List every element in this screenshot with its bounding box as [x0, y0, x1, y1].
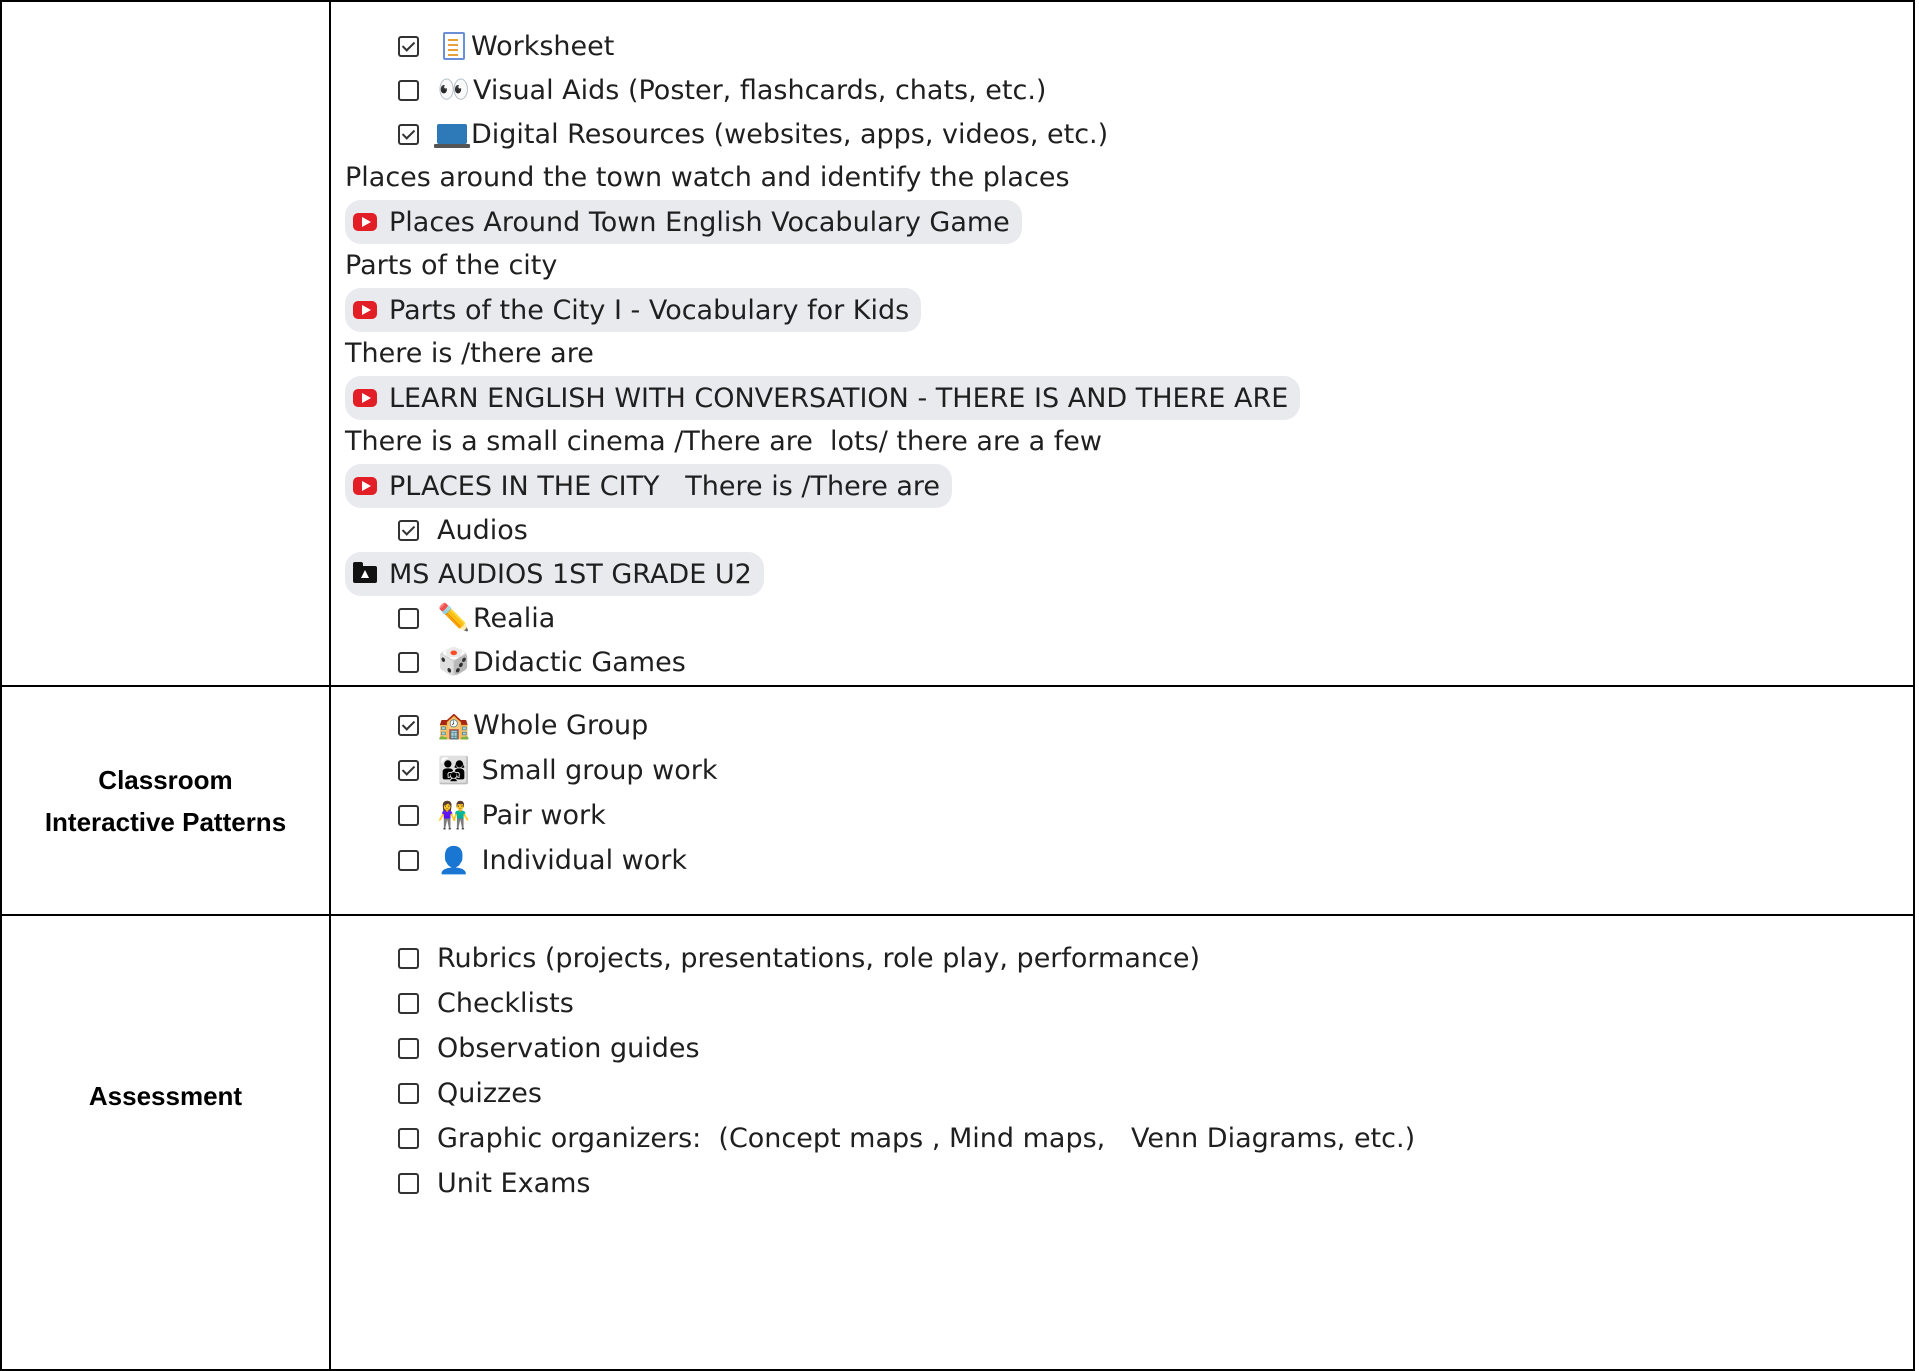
eyes-icon: 👀 — [437, 75, 471, 105]
item-label: Unit Exams — [437, 1168, 591, 1199]
item-label: Individual work — [473, 845, 687, 876]
note-text: There is /there are — [345, 338, 594, 369]
checklist-item-individual-work[interactable]: 👤 Individual work — [345, 838, 1913, 883]
checklist-item-audios[interactable]: Audios — [345, 508, 1913, 552]
youtube-icon — [353, 389, 377, 407]
worksheet-icon — [443, 32, 465, 60]
checklist-item-quizzes[interactable]: Quizzes — [345, 1071, 1913, 1116]
drive-folder-icon — [353, 561, 377, 583]
item-label: Small group work — [473, 755, 718, 786]
item-label: Worksheet — [471, 30, 615, 62]
item-label: Audios — [437, 514, 528, 546]
item-label: Whole Group — [473, 710, 649, 741]
checklist-item-observation-guides[interactable]: Observation guides — [345, 1026, 1913, 1071]
checkbox-unchecked[interactable] — [398, 948, 419, 969]
item-label: Rubrics (projects, presentations, role p… — [437, 943, 1201, 974]
checklist-item-checklists[interactable]: Checklists — [345, 981, 1913, 1026]
checklist-item-worksheet[interactable]: Worksheet — [345, 24, 1913, 68]
assessment-row: Assessment Rubrics (projects, presentati… — [0, 914, 1915, 1371]
checkbox-unchecked[interactable] — [398, 1038, 419, 1059]
drive-folder-link-chip[interactable]: MS AUDIOS 1ST GRADE U2 — [345, 552, 764, 596]
checkbox-unchecked[interactable] — [398, 1083, 419, 1104]
checkbox-checked[interactable] — [398, 123, 419, 145]
checklist-item-pair-work[interactable]: 👫 Pair work — [345, 793, 1913, 838]
checklist-item-rubrics[interactable]: Rubrics (projects, presentations, role p… — [345, 936, 1913, 981]
pair-icon: 👫 — [437, 800, 471, 831]
item-label: Graphic organizers: (Concept maps , Mind… — [437, 1123, 1416, 1154]
item-label: Didactic Games — [473, 646, 686, 678]
interactive-patterns-row: Classroom Interactive Patterns 🏫 Whole G… — [0, 685, 1915, 916]
item-label: Checklists — [437, 988, 574, 1019]
item-label: Digital Resources (websites, apps, video… — [471, 118, 1109, 150]
school-icon: 🏫 — [437, 710, 471, 741]
link-label: MS AUDIOS 1ST GRADE U2 — [389, 558, 752, 590]
link-label: LEARN ENGLISH WITH CONVERSATION - THERE … — [389, 382, 1289, 414]
checkbox-unchecked[interactable] — [398, 1128, 419, 1149]
interactive-patterns-label-cell: Classroom Interactive Patterns — [0, 685, 331, 916]
item-label: Pair work — [473, 800, 606, 831]
checkbox-checked[interactable] — [398, 519, 419, 541]
interactive-patterns-content-cell: 🏫 Whole Group 👨‍👩‍👧 Small group work 👫 P… — [329, 685, 1915, 916]
checklist-item-graphic-organizers[interactable]: Graphic organizers: (Concept maps , Mind… — [345, 1116, 1913, 1161]
checklist-item-didactic-games[interactable]: 🎲 Didactic Games — [345, 640, 1913, 684]
youtube-icon — [353, 477, 377, 495]
item-label: Observation guides — [437, 1033, 700, 1064]
lesson-plan-table: Worksheet 👀 Visual Aids (Poster, flashca… — [0, 0, 1915, 1371]
checkbox-unchecked[interactable] — [398, 1173, 419, 1194]
checkbox-unchecked[interactable] — [398, 79, 419, 101]
checklist-item-visual-aids[interactable]: 👀 Visual Aids (Poster, flashcards, chats… — [345, 68, 1913, 112]
youtube-link-chip[interactable]: Places Around Town English Vocabulary Ga… — [345, 200, 1022, 244]
note-text: Places around the town watch and identif… — [345, 162, 1070, 193]
checkbox-unchecked[interactable] — [398, 651, 419, 673]
item-label: Quizzes — [437, 1078, 542, 1109]
checkbox-checked[interactable] — [398, 760, 419, 781]
materials-content-cell: Worksheet 👀 Visual Aids (Poster, flashca… — [329, 0, 1915, 687]
note-text: There is a small cinema /There are lots/… — [345, 426, 1102, 457]
checklist-item-unit-exams[interactable]: Unit Exams — [345, 1161, 1913, 1206]
youtube-link-chip[interactable]: Parts of the City I - Vocabulary for Kid… — [345, 288, 922, 332]
checkbox-checked[interactable] — [398, 35, 419, 57]
youtube-icon — [353, 213, 377, 231]
checkbox-checked[interactable] — [398, 715, 419, 736]
laptop-icon — [434, 124, 470, 148]
youtube-link-chip[interactable]: LEARN ENGLISH WITH CONVERSATION - THERE … — [345, 376, 1301, 420]
checklist-item-whole-group[interactable]: 🏫 Whole Group — [345, 703, 1913, 748]
assessment-content-cell: Rubrics (projects, presentations, role p… — [329, 914, 1915, 1371]
note-text: Parts of the city — [345, 250, 558, 281]
item-label: Realia — [473, 602, 556, 634]
person-icon: 👤 — [437, 845, 471, 876]
checklist-item-realia[interactable]: ✏️ Realia — [345, 596, 1913, 640]
dice-icon: 🎲 — [437, 647, 471, 677]
youtube-link-chip[interactable]: PLACES IN THE CITY There is /There are — [345, 464, 953, 508]
checkbox-unchecked[interactable] — [398, 805, 419, 826]
checklist-item-small-group[interactable]: 👨‍👩‍👧 Small group work — [345, 748, 1913, 793]
checkbox-unchecked[interactable] — [398, 850, 419, 871]
link-label: PLACES IN THE CITY There is /There are — [389, 470, 941, 502]
link-label: Places Around Town English Vocabulary Ga… — [389, 206, 1010, 238]
pencil-icon: ✏️ — [437, 603, 471, 633]
section-label: Assessment — [88, 1080, 243, 1111]
assessment-label-cell: Assessment — [0, 914, 331, 1371]
youtube-icon — [353, 301, 377, 319]
link-label: Parts of the City I - Vocabulary for Kid… — [389, 294, 910, 326]
materials-row: Worksheet 👀 Visual Aids (Poster, flashca… — [0, 0, 1915, 687]
checkbox-unchecked[interactable] — [398, 607, 419, 629]
checklist-item-digital-resources[interactable]: Digital Resources (websites, apps, video… — [345, 112, 1913, 156]
materials-label-cell — [0, 0, 331, 687]
family-icon: 👨‍👩‍👧 — [437, 755, 471, 786]
item-label: Visual Aids (Poster, flashcards, chats, … — [473, 74, 1047, 106]
section-label: Interactive Patterns — [44, 806, 287, 837]
checkbox-unchecked[interactable] — [398, 993, 419, 1014]
section-label: Classroom — [98, 764, 233, 795]
